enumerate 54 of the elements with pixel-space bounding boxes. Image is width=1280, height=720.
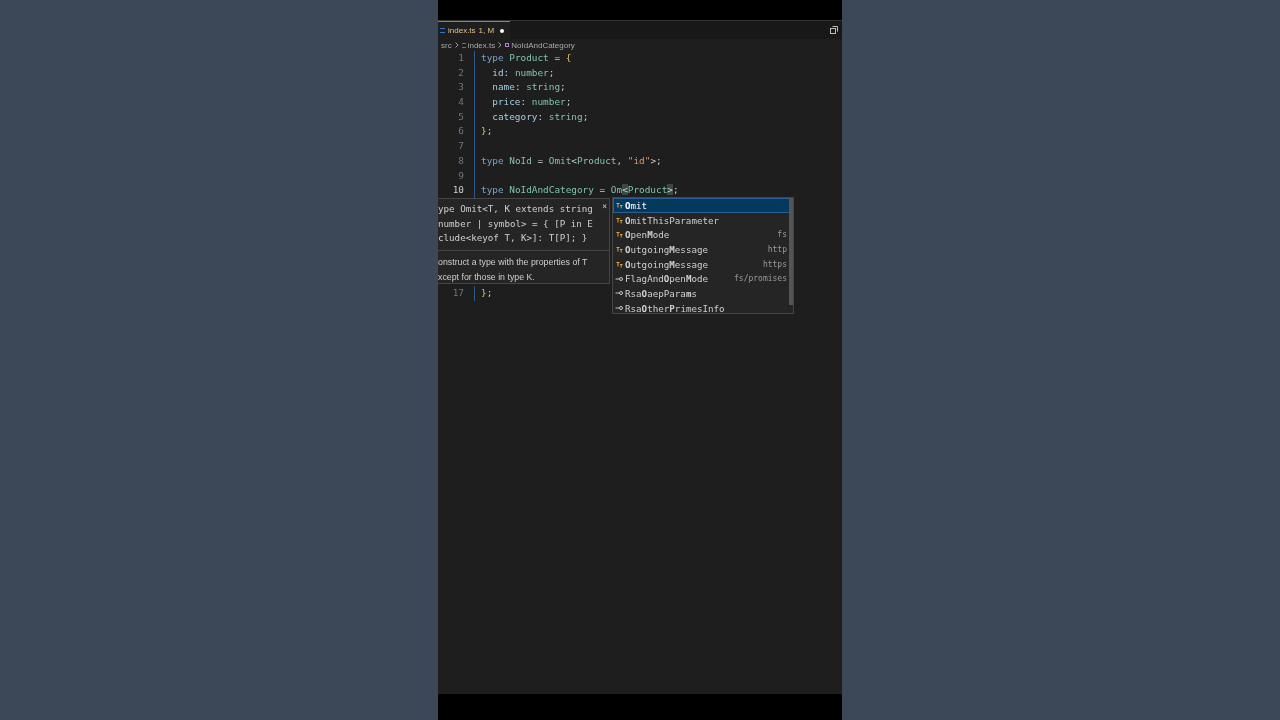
code-line: price: number;: [491, 95, 572, 110]
type-parameter-icon: [615, 216, 623, 224]
line-number: 1: [438, 51, 475, 66]
breadcrumb-item[interactable]: NoIdAndCategory: [505, 40, 575, 50]
signature-text: number | symbol> = { [P in E: [438, 216, 593, 231]
type-parameter-icon: [615, 245, 623, 253]
reference-icon: [615, 275, 623, 282]
chevron-icon: [454, 42, 459, 48]
split-editor-icon[interactable]: [830, 26, 838, 34]
suggestion-detail: https: [762, 259, 787, 269]
line-number: 9: [438, 168, 475, 184]
suggestion-detail: fs: [777, 230, 787, 240]
line-number: 10: [438, 183, 475, 198]
breadcrumb-item[interactable]: src: [441, 40, 452, 50]
type-parameter-icon: [615, 201, 623, 209]
reference-icon: [615, 290, 623, 297]
breadcrumb-item[interactable]: index.ts: [461, 40, 496, 50]
code-line: };: [481, 286, 493, 301]
doc-text: xcept for those in type K.: [438, 270, 535, 284]
suggestion-item[interactable]: OpenMode fs: [613, 227, 793, 243]
code-line: name: string;: [491, 80, 566, 95]
code-line: type NoId = Omit<Product, "id">;: [481, 153, 662, 168]
line-number: 8: [438, 153, 475, 169]
line-number: 4: [438, 95, 475, 110]
suggestion-detail: fs/promises: [734, 274, 787, 284]
line-number: 3: [438, 80, 475, 96]
line-number: 2: [438, 65, 475, 81]
code-line: id: number;: [491, 65, 555, 80]
suggestion-item[interactable]: RsaOtherPrimesInfo: [613, 300, 793, 313]
line-number: 5: [438, 109, 475, 125]
close-button[interactable]: ×: [602, 202, 607, 212]
line-number: 17: [438, 286, 475, 301]
type-parameter-icon: [615, 260, 623, 268]
line-number: 7: [438, 139, 475, 154]
suggestion-item[interactable]: FlagAndOpenMode fs/promises: [613, 271, 793, 287]
typescript-file-icon: [440, 28, 445, 33]
line-number: 6: [438, 124, 475, 140]
code-line: category: string;: [491, 109, 589, 124]
scrollbar[interactable]: [789, 198, 793, 305]
signature-text: clude<keyof T, K>]: T[P]; }: [438, 231, 588, 246]
suggestion-item[interactable]: OutgoingMessage https: [613, 256, 793, 272]
chevron-icon: [498, 42, 503, 48]
code-line: };: [481, 124, 493, 139]
signature-text: ype Omit<T, K extends string: [438, 202, 593, 216]
editor-tab[interactable]: index.ts 1, M: [438, 21, 511, 39]
code-line: type Product = {: [481, 51, 572, 65]
code-line: type NoIdAndCategory = Om<Product>;: [481, 183, 679, 198]
doc-text: onstruct a type with the properties of T: [438, 256, 588, 270]
suggestion-detail: http: [767, 244, 787, 254]
type-parameter-icon: [615, 231, 623, 239]
suggestion-item[interactable]: OmitThisParameter: [613, 212, 793, 228]
suggestion-item[interactable]: RsaOaepParams: [613, 286, 793, 301]
suggestion-item[interactable]: OutgoingMessage http: [613, 242, 793, 257]
reference-icon: [615, 305, 623, 312]
